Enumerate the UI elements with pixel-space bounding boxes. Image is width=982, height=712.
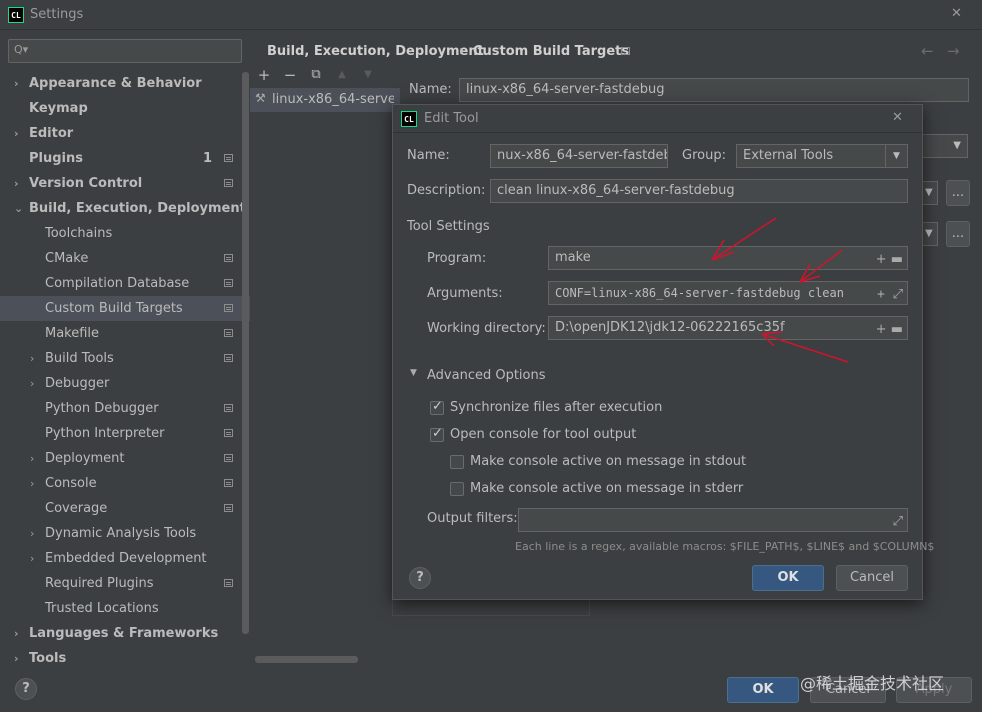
annotation-arrows [711, 217, 849, 363]
annotation-arrow [761, 331, 849, 363]
watermark: @稀土掘金技术社区 [800, 674, 945, 693]
annotation-arrow [799, 249, 843, 283]
annotation-arrow [711, 217, 777, 261]
